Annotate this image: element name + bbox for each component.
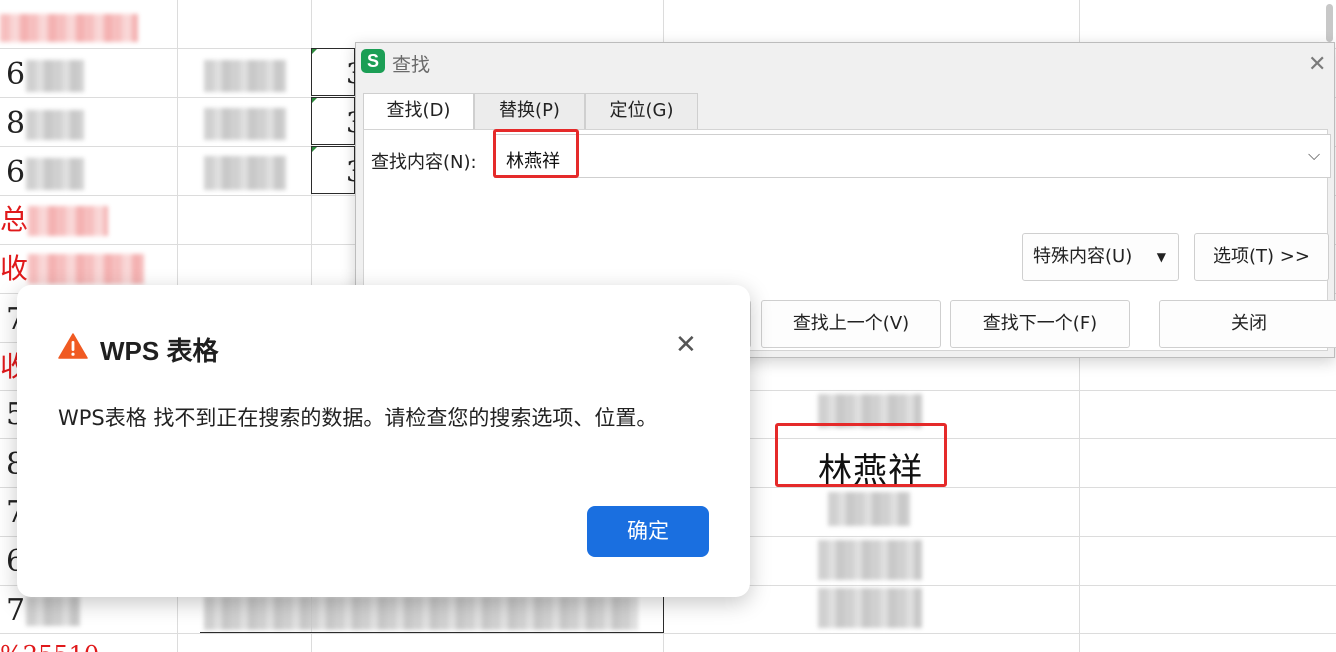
find-content-input[interactable] bbox=[494, 134, 1331, 178]
find-previous-button[interactable]: 查找上一个(V) bbox=[761, 300, 941, 348]
caret-down-icon: ▼ bbox=[1156, 250, 1166, 264]
alert-dialog: WPS 表格 ✕ WPS表格 找不到正在搜索的数据。请检查您的搜索选项、位置。 … bbox=[17, 285, 750, 597]
cell-red-text: 总 bbox=[0, 203, 29, 236]
options-button[interactable]: 选项(T) >> bbox=[1194, 233, 1329, 281]
name-highlight-box bbox=[775, 423, 947, 487]
cell-red-text: 收 bbox=[0, 252, 29, 285]
alert-title: WPS 表格 bbox=[100, 336, 219, 366]
find-dialog-title: 查找 bbox=[392, 54, 431, 76]
blurred-cell bbox=[818, 588, 922, 628]
blurred-cell bbox=[204, 596, 638, 630]
cell-digit: 6 bbox=[6, 57, 26, 92]
blurred-cell bbox=[828, 492, 910, 526]
special-content-label: 特殊内容(U) bbox=[1033, 246, 1133, 267]
ok-button[interactable]: 确定 bbox=[587, 506, 709, 557]
tab-goto[interactable]: 定位(G) bbox=[585, 93, 698, 129]
bordered-cell: 3 bbox=[311, 48, 364, 96]
wps-spreadsheet-logo: S bbox=[361, 49, 385, 73]
blurred-cell bbox=[26, 158, 84, 190]
cell-digit: 7 bbox=[6, 593, 26, 628]
close-icon[interactable]: ✕ bbox=[675, 331, 697, 359]
blurred-cell bbox=[26, 596, 80, 626]
cell-comment-marker bbox=[312, 98, 317, 103]
blurred-cell bbox=[26, 110, 84, 140]
find-content-label: 查找内容(N): bbox=[371, 152, 477, 173]
close-icon[interactable]: ✕ bbox=[1308, 52, 1326, 77]
blurred-cell bbox=[28, 206, 108, 236]
gridline bbox=[0, 633, 1336, 634]
warning-icon bbox=[58, 333, 88, 359]
tab-replace[interactable]: 替换(P) bbox=[474, 93, 585, 129]
tab-find[interactable]: 查找(D) bbox=[363, 93, 474, 131]
alert-message: WPS表格 找不到正在搜索的数据。请检查您的搜索选项、位置。 bbox=[58, 406, 658, 430]
blurred-cell bbox=[204, 156, 286, 190]
find-next-button[interactable]: 查找下一个(F) bbox=[950, 300, 1130, 348]
cell-comment-marker bbox=[312, 49, 317, 54]
blurred-cell bbox=[204, 108, 286, 140]
cell-red-text: %25510 bbox=[0, 638, 99, 652]
blurred-cell bbox=[204, 60, 286, 92]
cell-digit: 8 bbox=[6, 106, 26, 141]
bordered-cell: 3 bbox=[311, 146, 364, 194]
blurred-cell bbox=[818, 540, 922, 580]
vertical-scrollbar-thumb[interactable] bbox=[1326, 4, 1333, 42]
cell-border bbox=[200, 632, 664, 633]
find-dialog-titlebar[interactable]: S 查找 ✕ bbox=[356, 43, 1334, 87]
special-content-button[interactable]: 特殊内容(U) ▼ bbox=[1022, 233, 1179, 281]
cell-comment-marker bbox=[312, 147, 317, 152]
blurred-cell bbox=[26, 60, 84, 92]
bordered-cell: 3 bbox=[311, 97, 364, 145]
close-button[interactable]: 关闭 bbox=[1159, 300, 1336, 348]
blurred-cell bbox=[0, 14, 138, 42]
blurred-cell bbox=[28, 254, 144, 284]
chevron-down-icon[interactable]: ⌵ bbox=[1308, 145, 1320, 165]
cell-digit: 6 bbox=[6, 155, 26, 190]
input-highlight-box bbox=[493, 129, 579, 178]
